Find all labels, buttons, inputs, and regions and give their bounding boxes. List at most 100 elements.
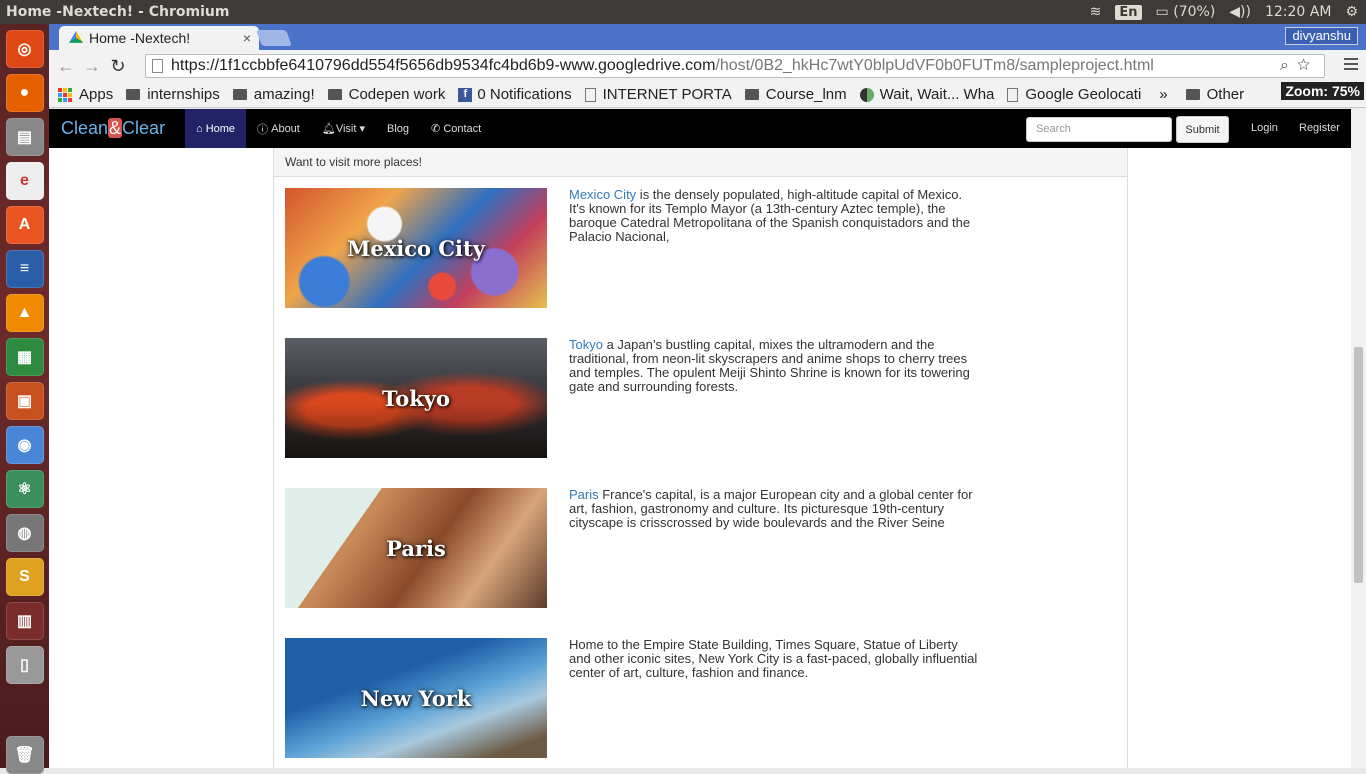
bookmark-other[interactable]: Other [1185, 86, 1245, 103]
folder-icon [744, 89, 759, 100]
bookmark-label: Codepen work [348, 86, 446, 103]
bookmark-label: Apps [79, 86, 114, 103]
browser-menu-icon[interactable] [1344, 58, 1358, 73]
google-drive-favicon-icon [69, 31, 83, 43]
site-search-input[interactable]: Search [1026, 117, 1172, 142]
bookmarks-bar: Apps internships amazing! Codepen work f… [49, 82, 1366, 108]
volume-icon[interactable]: ◀)) [1229, 4, 1251, 20]
trash-icon[interactable]: 🗑 [5, 736, 44, 774]
url-path: /host/0B2_hkHc7wtY0blpUdVF0b0FUTm8/sampl… [715, 57, 1154, 74]
address-bar[interactable]: https://1f1ccbbfe6410796dd554f5656db9534… [145, 54, 1325, 78]
bookmark-star-icon[interactable]: ☆ [1297, 57, 1318, 74]
nav-contact[interactable]: ✆ Contact [420, 109, 492, 148]
place-text: a Japan’s bustling capital, mixes the ul… [569, 337, 970, 394]
unity-launcher: ◎ ● ▤ e A ≡ ▲ ▦ ▣ ◉ ⚛ ◍ S ▥ ▯ 🗑 [0, 24, 49, 774]
page-scrollbar[interactable] [1351, 109, 1366, 768]
tokyo-image[interactable]: Tokyo [285, 338, 547, 458]
place-item-tokyo: Tokyo Tokyo a Japan’s bustling capital, … [285, 338, 1115, 458]
scrollbar-thumb[interactable] [1354, 347, 1363, 583]
page-info-icon[interactable] [152, 59, 163, 73]
bookmark-amazing[interactable]: amazing! [232, 86, 315, 103]
zoom-magnifier-icon[interactable]: ⌕ [1280, 57, 1297, 74]
browser-tab-home[interactable]: Home -Nextech! × [59, 26, 259, 50]
mexico-city-image[interactable]: Mexico City [285, 188, 547, 308]
vlc-icon[interactable]: ▲ [5, 294, 44, 332]
place-description: Tokyo a Japan’s bustling capital, mixes … [569, 338, 979, 394]
new-york-image[interactable]: New York [285, 638, 547, 758]
forward-arrow-icon[interactable]: → [79, 56, 105, 77]
folder-icon [327, 89, 342, 100]
phone-icon: ✆ [431, 123, 444, 135]
place-description: Paris France's capital, is a major Europ… [569, 488, 979, 530]
bookmark-internet-portal[interactable]: INTERNET PORTA [584, 86, 732, 103]
bookmark-label: Wait, Wait... Wha [879, 86, 995, 103]
place-item-mexico-city: Mexico City Mexico City is the densely p… [285, 188, 1115, 308]
bookmark-course-lnm[interactable]: Course_lnm [744, 86, 847, 103]
nav-about[interactable]: ⓘ About [246, 109, 311, 148]
browser-tab-strip: Home -Nextech! × divyanshu [49, 24, 1366, 50]
writer-icon[interactable]: ≡ [5, 250, 44, 288]
nav-blog[interactable]: Blog [376, 109, 420, 148]
ubuntu-dash-icon[interactable]: ◎ [5, 30, 44, 68]
system-top-panel: Home -Nextech! - Chromium ≋ En ▭ (70%) ◀… [0, 0, 1366, 24]
bookmark-label: Other [1206, 86, 1245, 103]
workspace-switcher-icon[interactable]: ▥ [5, 602, 44, 640]
folder-icon [1185, 89, 1200, 100]
home-icon: ⌂ [196, 122, 206, 135]
bookmark-codepen-work[interactable]: Codepen work [327, 86, 446, 103]
place-item-new-york: New York Home to the Empire State Buildi… [285, 638, 1115, 758]
place-link[interactable]: Paris [569, 487, 599, 502]
bookmark-label: Google Geolocati [1025, 86, 1142, 103]
bookmark-label: Course_lnm [765, 86, 847, 103]
bookmark-internships[interactable]: internships [126, 86, 220, 103]
chromium-icon[interactable]: ◉ [5, 426, 44, 464]
bookmark-notifications[interactable]: f 0 Notifications [458, 86, 572, 103]
nav-contact-label: Contact [443, 122, 482, 135]
folder-icon [126, 89, 141, 100]
nav-home[interactable]: ⌂ Home [185, 109, 247, 148]
reload-icon[interactable]: ↻ [105, 56, 131, 77]
place-link[interactable]: Tokyo [569, 337, 603, 352]
place-link[interactable]: Mexico City [569, 187, 636, 202]
search-submit-button[interactable]: Submit [1176, 116, 1229, 143]
apps-grid-icon [58, 87, 72, 102]
files-icon[interactable]: ▤ [5, 118, 44, 156]
impress-icon[interactable]: ▣ [5, 382, 44, 420]
settings-gear-icon[interactable]: ⚙ [1345, 4, 1358, 20]
disk-icon[interactable]: ◍ [5, 514, 44, 552]
new-tab-button[interactable] [256, 30, 292, 46]
sublime-text-icon[interactable]: S [5, 558, 44, 596]
text-editor-icon[interactable]: e [5, 162, 44, 200]
login-link[interactable]: Login [1251, 122, 1278, 134]
paris-image[interactable]: Paris [285, 488, 547, 608]
bookmarks-overflow-chevron[interactable]: » [1159, 86, 1167, 103]
place-description: Home to the Empire State Building, Times… [569, 638, 979, 680]
calc-icon[interactable]: ▦ [5, 338, 44, 376]
folder-icon [232, 89, 247, 100]
removable-drive-icon[interactable]: ▯ [5, 646, 44, 684]
atom-icon[interactable]: ⚛ [5, 470, 44, 508]
nav-visit-dropdown[interactable]: 🔔︎ Visit ▾ [311, 109, 376, 148]
zoom-indicator: Zoom: 75% [1281, 82, 1364, 100]
brand-amp: & [108, 118, 123, 138]
software-center-icon[interactable]: A [5, 206, 44, 244]
wifi-icon[interactable]: ≋ [1090, 4, 1102, 20]
page-icon [1007, 87, 1019, 102]
profile-button[interactable]: divyanshu [1285, 27, 1358, 45]
bookmark-label: INTERNET PORTA [602, 86, 732, 103]
bookmark-wait-wait[interactable]: Wait, Wait... Wha [859, 86, 995, 103]
bookmark-label: amazing! [253, 86, 315, 103]
register-link[interactable]: Register [1299, 122, 1340, 134]
firefox-icon[interactable]: ● [5, 74, 44, 112]
bookmark-google-geolocation[interactable]: Google Geolocati [1007, 86, 1141, 103]
brand-left: Clean [61, 118, 109, 138]
back-arrow-icon[interactable]: ← [53, 56, 79, 77]
tab-close-icon[interactable]: × [243, 30, 251, 46]
battery-indicator[interactable]: ▭ (70%) [1156, 4, 1216, 20]
window-title: Home -Nextech! - Chromium [6, 4, 230, 20]
keyboard-language-indicator[interactable]: En [1115, 4, 1142, 20]
image-caption: New York [360, 685, 472, 711]
clock[interactable]: 12:20 AM [1265, 4, 1331, 20]
bookmark-apps[interactable]: Apps [58, 86, 113, 103]
site-brand-logo[interactable]: Clean&Clear [49, 118, 185, 139]
